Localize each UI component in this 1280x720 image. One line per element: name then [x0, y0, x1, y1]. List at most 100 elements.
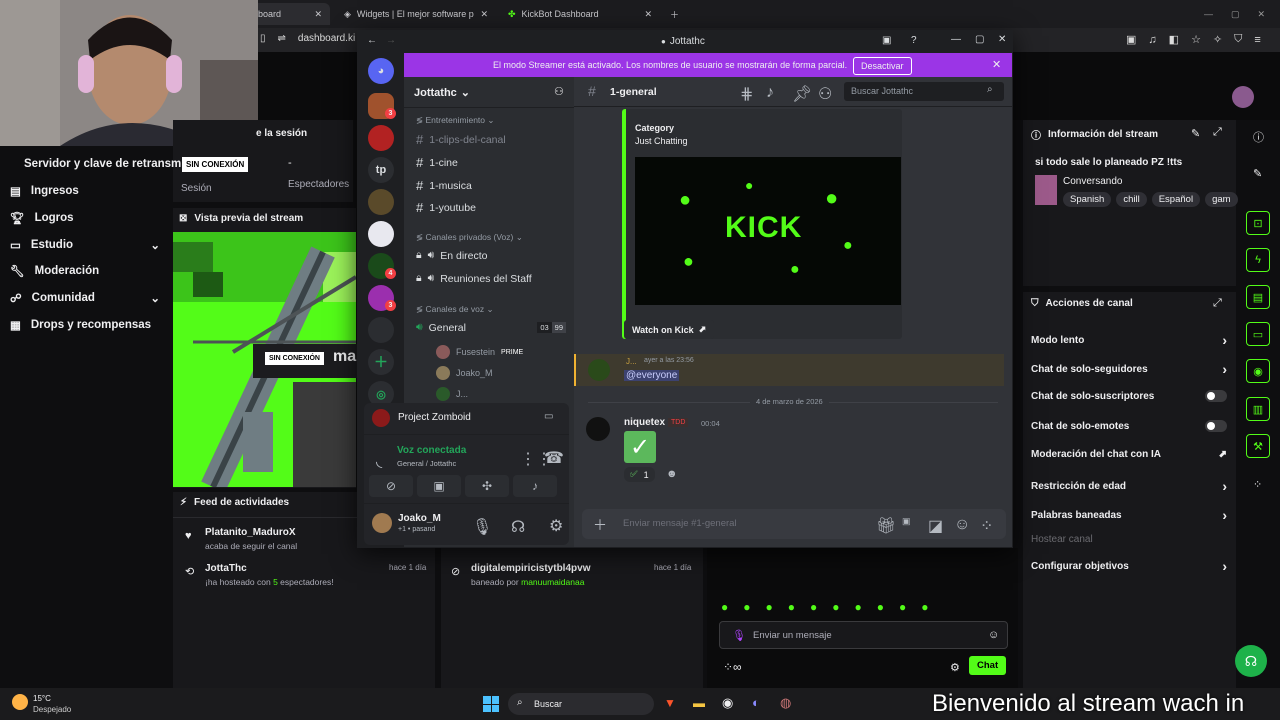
close-icon[interactable]: ✕ — [480, 9, 488, 20]
app-icon[interactable]: ◍ — [780, 695, 791, 711]
server-icon[interactable] — [368, 189, 394, 215]
avatar[interactable] — [1232, 86, 1254, 108]
apps-icon[interactable]: ⁘ — [980, 516, 993, 536]
emote-icon[interactable]: ● — [766, 600, 773, 614]
nav-item-logros[interactable]: 🏆︎ Logros — [10, 211, 74, 225]
emote-icon[interactable]: ● — [855, 600, 862, 614]
browser-tab[interactable]: ✤ KickBot Dashboard ✕ — [500, 3, 660, 25]
chat-input[interactable]: 🎙︎ Enviar un mensaje ☺ — [719, 621, 1008, 649]
stream-icon[interactable]: ▭ — [544, 411, 553, 422]
toggle-switch[interactable] — [1205, 420, 1227, 432]
server-name-header[interactable]: Jottathc ⌄ — [414, 86, 470, 100]
message-author[interactable]: niquetex — [624, 417, 665, 428]
chat-send-button[interactable]: Chat — [969, 656, 1007, 675]
rail-button[interactable]: ▥ — [1246, 397, 1270, 421]
nav-item-estudio[interactable]: ▭ Estudio ⌄ — [10, 238, 160, 252]
avatar[interactable] — [586, 417, 610, 441]
add-server-icon[interactable]: ＋ — [368, 349, 394, 375]
close-icon[interactable]: ✕ — [998, 34, 1006, 45]
activity-name[interactable]: Platanito_MaduroX — [205, 527, 296, 538]
support-button[interactable]: ☊ — [1235, 645, 1267, 677]
emote-icon[interactable]: ● — [877, 600, 884, 614]
sidebar-icon[interactable]: ◧ — [1169, 33, 1179, 46]
channel-youtube[interactable]: #1-youtube — [416, 200, 476, 215]
discord-home-icon[interactable]: ◕ — [368, 58, 394, 84]
emote-icon[interactable]: ● — [899, 600, 906, 614]
star-icon[interactable]: ☆ — [1191, 33, 1201, 46]
action-configure-goals[interactable]: Configurar objetivos › — [1031, 558, 1227, 574]
popout-icon[interactable]: ⤢ — [1213, 297, 1222, 310]
maximize-icon[interactable]: ▢ — [975, 34, 984, 45]
server-icon[interactable] — [368, 125, 394, 151]
action-followers-only[interactable]: Chat de solo-seguidores › — [1031, 361, 1227, 377]
avatar[interactable] — [372, 513, 392, 533]
bookmark-icon[interactable]: ▯ — [260, 33, 266, 44]
edit-icon[interactable]: ✎ — [1253, 167, 1262, 180]
close-icon[interactable]: ✕ — [1258, 9, 1266, 20]
screen-share-button[interactable]: ▣ — [417, 475, 461, 497]
minimize-icon[interactable]: — — [1204, 9, 1213, 19]
activity-name[interactable]: JottaThc — [205, 563, 247, 574]
new-tab-button[interactable]: ＋ — [662, 3, 687, 25]
weather-temp[interactable]: 15°C — [33, 694, 51, 703]
infinity-icon[interactable]: ⁘∞ — [723, 660, 742, 674]
taskbar-search[interactable]: ⌕ Buscar — [508, 693, 654, 715]
add-attachment-icon[interactable]: ＋ — [593, 515, 607, 535]
rail-button[interactable]: ▤ — [1246, 285, 1270, 309]
activities-button[interactable]: ✣ — [465, 475, 509, 497]
voice-user[interactable]: J... — [436, 387, 468, 401]
emote-icon[interactable]: ● — [832, 600, 839, 614]
brave-icon[interactable]: ▼ — [664, 696, 676, 710]
window-controls[interactable]: — ▢ ✕ — [1196, 3, 1273, 25]
invite-icon[interactable]: ⚇ — [554, 85, 564, 98]
action-age-restriction[interactable]: Restricción de edad › — [1031, 478, 1227, 494]
emoji-icon[interactable]: ☺ — [988, 629, 999, 641]
emote-icon[interactable]: ● — [721, 600, 728, 614]
headphones-icon[interactable]: ☊ — [511, 517, 525, 537]
voice-user[interactable]: Joako_M — [436, 366, 493, 380]
microphone-icon[interactable]: 🎙︎ — [472, 517, 492, 537]
soundboard-button[interactable]: ♪ — [513, 475, 557, 497]
category-header[interactable]: ≶ Canales de voz ⌄ — [416, 304, 494, 315]
sticker-icon[interactable]: ◪ — [928, 516, 943, 536]
close-icon[interactable]: ✕ — [644, 9, 652, 20]
discord-taskbar-icon[interactable]: ◐ — [752, 695, 760, 710]
browser-tab[interactable]: board ✕ — [250, 3, 330, 25]
emote-icon[interactable]: ● — [788, 600, 795, 614]
site-info-icon[interactable]: ⇌ — [278, 33, 286, 44]
popout-icon[interactable]: ⤢ — [1213, 126, 1222, 139]
inbox-icon[interactable]: ▣ — [882, 35, 891, 46]
category-header[interactable]: ≶ Canales privados (Voz) ⌄ — [416, 232, 523, 243]
channel-clips[interactable]: #1-clips-del-canal — [416, 132, 506, 147]
minimize-icon[interactable]: — — [951, 34, 961, 45]
menu-icon[interactable]: ≡ — [1254, 34, 1260, 46]
voice-user[interactable]: Fusestein PRIME — [436, 345, 523, 359]
action-slow-mode[interactable]: Modo lento › — [1031, 332, 1227, 348]
reaction[interactable]: ✅︎ 1 — [624, 467, 655, 482]
windows-start-icon[interactable] — [483, 696, 499, 712]
avatar[interactable] — [588, 359, 610, 381]
search-input[interactable]: Buscar Jottathc ⌕ — [844, 82, 1004, 101]
forward-icon[interactable]: → — [386, 35, 396, 46]
category-header[interactable]: ≶ Entretenimiento ⌄ — [416, 115, 495, 126]
close-icon[interactable]: ✕ — [314, 9, 322, 20]
toggle-switch[interactable] — [1205, 390, 1227, 402]
emoji-icon[interactable]: ☺ — [954, 516, 970, 534]
mention-everyone[interactable]: @everyone — [624, 370, 680, 381]
microphone-icon[interactable]: 🎙︎ — [732, 629, 746, 642]
channel-musica[interactable]: #1-musica — [416, 178, 472, 193]
rail-button[interactable]: ◉ — [1246, 359, 1270, 383]
browser-tab[interactable]: ◈ Widgets | El mejor software para pot ✕ — [336, 3, 496, 25]
rail-button[interactable]: ϟ — [1246, 248, 1270, 272]
embed-image[interactable]: KICK ● ● ● ● ● ● — [635, 157, 901, 305]
action-ai-moderation[interactable]: Moderación del chat con IA ⬈ — [1031, 449, 1227, 460]
screenshot-icon[interactable]: ▣ — [1126, 33, 1136, 46]
disable-streamer-button[interactable]: Desactivar — [853, 57, 912, 75]
members-icon[interactable]: ⚇ — [818, 84, 832, 104]
moderation-name[interactable]: digitalempiricistytbl4pvw — [471, 563, 590, 574]
pin-icon[interactable]: 📌︎ — [792, 84, 812, 104]
message-author[interactable]: J... — [626, 357, 637, 366]
camera-off-button[interactable]: ⊘ — [369, 475, 413, 497]
threads-icon[interactable]: ⋕ — [740, 84, 753, 104]
server-icon[interactable] — [368, 317, 394, 343]
